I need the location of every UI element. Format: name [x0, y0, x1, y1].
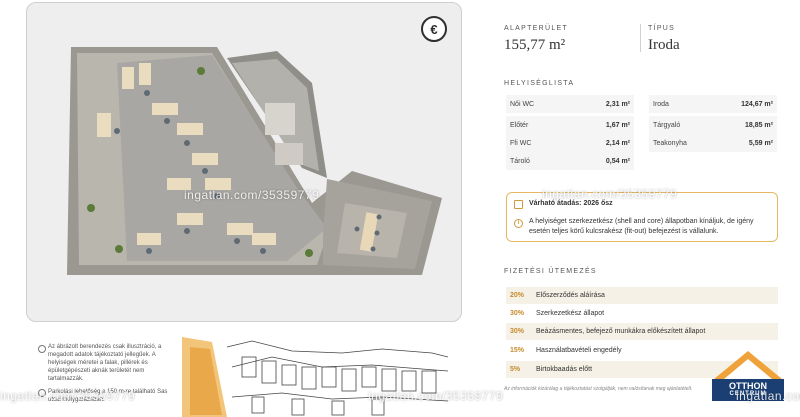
payment-row: 30% Szerkezetkész állapot — [506, 305, 778, 322]
payment-percent: 15% — [510, 347, 525, 354]
payment-step: Használatbavételi engedély — [536, 347, 622, 354]
watermark: ingatlan.com/35359779 — [184, 188, 320, 202]
disclaimer: Az információk kizárólag a tájékoztatást… — [504, 386, 693, 392]
area-value: 155,77 m² — [504, 37, 566, 53]
room-name: Női WC — [510, 100, 535, 108]
room-size: 2,31 m² — [605, 100, 630, 108]
type-value: Iroda — [648, 37, 680, 53]
watermark: ingatlan.com/35359779 — [368, 389, 504, 403]
handover-date: Várható átadás: 2026 ősz — [529, 200, 613, 207]
payment-percent: 5% — [510, 366, 521, 373]
room-name: Tároló — [510, 157, 530, 165]
room-name: Tárgyaló — [653, 121, 681, 129]
room-row: Iroda 124,67 m² — [649, 95, 777, 113]
type-label: TÍPUS — [648, 25, 676, 32]
room-name: Teakonyha — [653, 139, 687, 147]
room-size: 1,67 m² — [605, 121, 630, 129]
room-row: Teakonyha 5,59 m² — [649, 134, 777, 152]
payment-row: 30% Beázásmentes, befejező munkákra elők… — [506, 323, 778, 340]
room-row: Előtér 1,67 m² — [506, 116, 634, 134]
room-list-heading: HELYISÉGLISTA — [504, 80, 575, 87]
brand-euro-icon: € — [421, 16, 447, 42]
room-size: 0,54 m² — [605, 157, 630, 165]
calendar-icon — [514, 200, 523, 209]
notice-text: A helyiséget szerkezetkész (shell and co… — [529, 218, 754, 235]
illustration-note: Az ábrázolt berendezés csak illusztráció… — [48, 344, 162, 382]
payment-percent: 30% — [510, 310, 525, 317]
payment-step: Szerkezetkész állapot — [536, 310, 605, 317]
room-size: 18,85 m² — [744, 121, 773, 129]
building-overview-plan — [182, 337, 448, 417]
payment-heading: FIZETÉSI ÜTEMEZÉS — [504, 268, 597, 275]
watermark: ingatlan.com/35359779 — [542, 187, 678, 201]
payment-step: Előszerződés aláírása — [536, 292, 605, 299]
room-size: 2,14 m² — [605, 139, 630, 147]
payment-step: Beázásmentes, befejező munkákra előkészí… — [536, 328, 706, 335]
room-row: Tároló 0,54 m² — [506, 152, 634, 170]
payment-percent: 30% — [510, 328, 525, 335]
payment-percent: 20% — [510, 292, 525, 299]
payment-row: 20% Előszerződés aláírása — [506, 287, 778, 304]
divider — [640, 24, 641, 52]
room-row: Ffi WC 2,14 m² — [506, 134, 634, 152]
payment-step: Birtokbaadás előtt — [536, 366, 593, 373]
room-name: Ffi WC — [510, 139, 532, 147]
area-label: ALAPTERÜLET — [504, 25, 569, 32]
floor-plan-image — [67, 47, 442, 275]
room-row: Női WC 2,31 m² — [506, 95, 634, 113]
info-icon: i — [514, 219, 523, 228]
watermark: ingatlan.com/35359779 — [736, 389, 800, 403]
watermark: ingatlan.com/35359779 — [0, 389, 136, 403]
room-size: 5,59 m² — [748, 139, 773, 147]
room-name: Iroda — [653, 100, 669, 108]
room-size: 124,67 m² — [741, 100, 773, 108]
floor-plan-card — [26, 2, 462, 322]
room-name: Előtér — [510, 121, 529, 129]
info-bullet-icon — [38, 345, 46, 353]
room-row: Tárgyaló 18,85 m² — [649, 116, 777, 134]
